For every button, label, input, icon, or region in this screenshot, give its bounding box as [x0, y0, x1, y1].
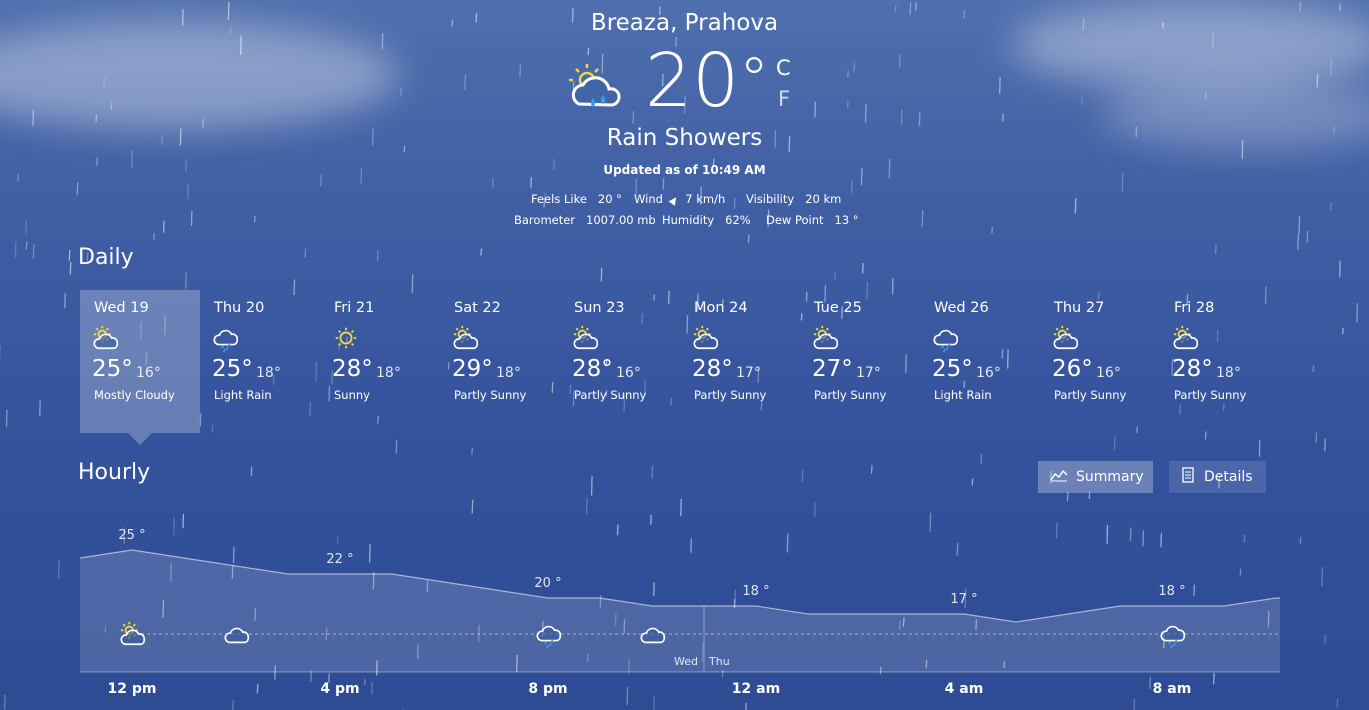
day-condition: Partly Sunny [574, 388, 647, 402]
day-divider-right-label: Thu [708, 655, 730, 668]
day-high-temp: 25° [92, 356, 133, 382]
day-condition: Mostly Cloudy [94, 388, 175, 402]
hour-label-3: 12 am [732, 681, 780, 697]
rain-icon [212, 324, 240, 356]
day-name: Wed 26 [934, 300, 989, 316]
unit-fahrenheit-button[interactable]: F [778, 87, 790, 111]
hour-label-4: 4 am [945, 681, 984, 697]
temp-label-5: 18 ° [1158, 584, 1185, 599]
day-name: Tue 25 [814, 300, 862, 316]
daily-day-6[interactable]: Tue 25 27° 17° Partly Sunny [800, 290, 920, 433]
day-name: Mon 24 [694, 300, 748, 316]
summary-tab-label: Summary [1076, 469, 1144, 485]
daily-day-5[interactable]: Mon 24 28° 17° Partly Sunny [680, 290, 800, 433]
partly-cloudy-icon [572, 324, 600, 356]
day-low-temp: 16° [136, 365, 161, 381]
hour-label-0: 12 pm [108, 681, 157, 697]
wind-direction-icon: ▲ [667, 193, 681, 208]
day-name: Thu 20 [214, 300, 265, 316]
day-condition: Sunny [334, 388, 370, 402]
day-low-temp: 18° [496, 365, 521, 381]
partly-cloudy-icon [92, 324, 120, 356]
daily-day-3[interactable]: Sat 22 29° 18° Partly Sunny [440, 290, 560, 433]
day-low-temp: 16° [616, 365, 641, 381]
day-high-temp: 28° [332, 356, 373, 382]
location-name[interactable]: Breaza, Prahova [0, 10, 1369, 36]
day-name: Fri 21 [334, 300, 375, 316]
day-low-temp: 16° [976, 365, 1001, 381]
day-divider-left-label: Wed [674, 655, 698, 668]
day-low-temp: 16° [1096, 365, 1121, 381]
hour-label-2: 8 pm [528, 681, 567, 697]
daily-day-7[interactable]: Wed 26 25° 16° Light Rain [920, 290, 1040, 433]
day-condition: Light Rain [214, 388, 272, 402]
day-high-temp: 28° [1172, 356, 1213, 382]
day-high-temp: 28° [692, 356, 733, 382]
partly-cloudy-icon [692, 324, 720, 356]
visibility: Visibility 20 km [746, 192, 842, 206]
temp-label-4: 17 ° [950, 592, 977, 607]
sunny-icon [332, 324, 360, 356]
day-high-temp: 29° [452, 356, 493, 382]
hourly-temperature-chart[interactable]: 25 ° 22 ° 20 ° 18 ° 17 ° 18 ° Wed Thu 12 pm 4 pm 8… [80, 510, 1280, 710]
feels-like: Feels Like 20 ° [531, 192, 622, 206]
partly-cloudy-icon [812, 324, 840, 356]
temp-label-1: 22 ° [326, 552, 353, 567]
updated-time: Updated as of 10:49 AM [603, 163, 766, 177]
partly-cloudy-icon [1052, 324, 1080, 356]
day-name: Wed 19 [94, 300, 149, 316]
current-condition: Rain Showers [606, 125, 763, 151]
day-condition: Partly Sunny [814, 388, 887, 402]
day-condition: Light Rain [934, 388, 992, 402]
day-low-temp: 17° [856, 365, 881, 381]
day-name: Sun 23 [574, 300, 625, 316]
rain-icon [932, 324, 960, 356]
day-condition: Partly Sunny [1174, 388, 1247, 402]
daily-day-9[interactable]: Fri 28 28° 18° Partly Sunny [1160, 290, 1280, 433]
barometer: Barometer 1007.00 mb [514, 213, 656, 227]
summary-tab[interactable]: Summary [1038, 461, 1153, 493]
sun-rain-cloud-icon [565, 60, 625, 122]
hourly-title: Hourly [78, 460, 151, 485]
day-low-temp: 17° [736, 365, 761, 381]
day-low-temp: 18° [1216, 365, 1241, 381]
details-tab[interactable]: Details [1169, 461, 1266, 493]
unit-celsius-button[interactable]: C [776, 56, 791, 80]
day-high-temp: 25° [932, 356, 973, 382]
day-name: Sat 22 [454, 300, 501, 316]
day-condition: Partly Sunny [694, 388, 767, 402]
day-high-temp: 27° [812, 356, 853, 382]
partly-cloudy-icon [1172, 324, 1200, 356]
wind: Wind ▲ 7 km/h [634, 192, 726, 208]
hour-label-1: 4 pm [320, 681, 359, 697]
partly-cloudy-icon [452, 324, 480, 356]
day-high-temp: 25° [212, 356, 253, 382]
temperature-area [80, 550, 1280, 672]
dew-point: Dew Point 13 ° [766, 213, 859, 227]
document-icon [1182, 467, 1194, 487]
day-high-temp: 28° [572, 356, 613, 382]
daily-day-0[interactable]: Wed 19 25° 16° Mostly Cloudy [80, 290, 200, 433]
temp-label-3: 18 ° [742, 584, 769, 599]
day-high-temp: 26° [1052, 356, 1093, 382]
day-low-temp: 18° [256, 365, 281, 381]
temp-label-0: 25 ° [118, 528, 145, 543]
temp-label-2: 20 ° [534, 576, 561, 591]
day-low-temp: 18° [376, 365, 401, 381]
day-condition: Partly Sunny [454, 388, 527, 402]
daily-day-8[interactable]: Thu 27 26° 16° Partly Sunny [1040, 290, 1160, 433]
daily-day-1[interactable]: Thu 20 25° 18° Light Rain [200, 290, 320, 433]
daily-day-2[interactable]: Fri 21 28° 18° Sunny [320, 290, 440, 433]
hour-label-5: 8 am [1153, 681, 1192, 697]
day-name: Fri 28 [1174, 300, 1215, 316]
selected-day-pointer [128, 433, 152, 445]
current-temperature: 20° [645, 38, 770, 124]
details-tab-label: Details [1204, 469, 1253, 485]
day-condition: Partly Sunny [1054, 388, 1127, 402]
humidity: Humidity 62% [662, 213, 751, 227]
daily-day-4[interactable]: Sun 23 28° 16° Partly Sunny [560, 290, 680, 433]
daily-title: Daily [78, 245, 134, 270]
chart-line-icon [1050, 468, 1068, 486]
day-name: Thu 27 [1054, 300, 1105, 316]
